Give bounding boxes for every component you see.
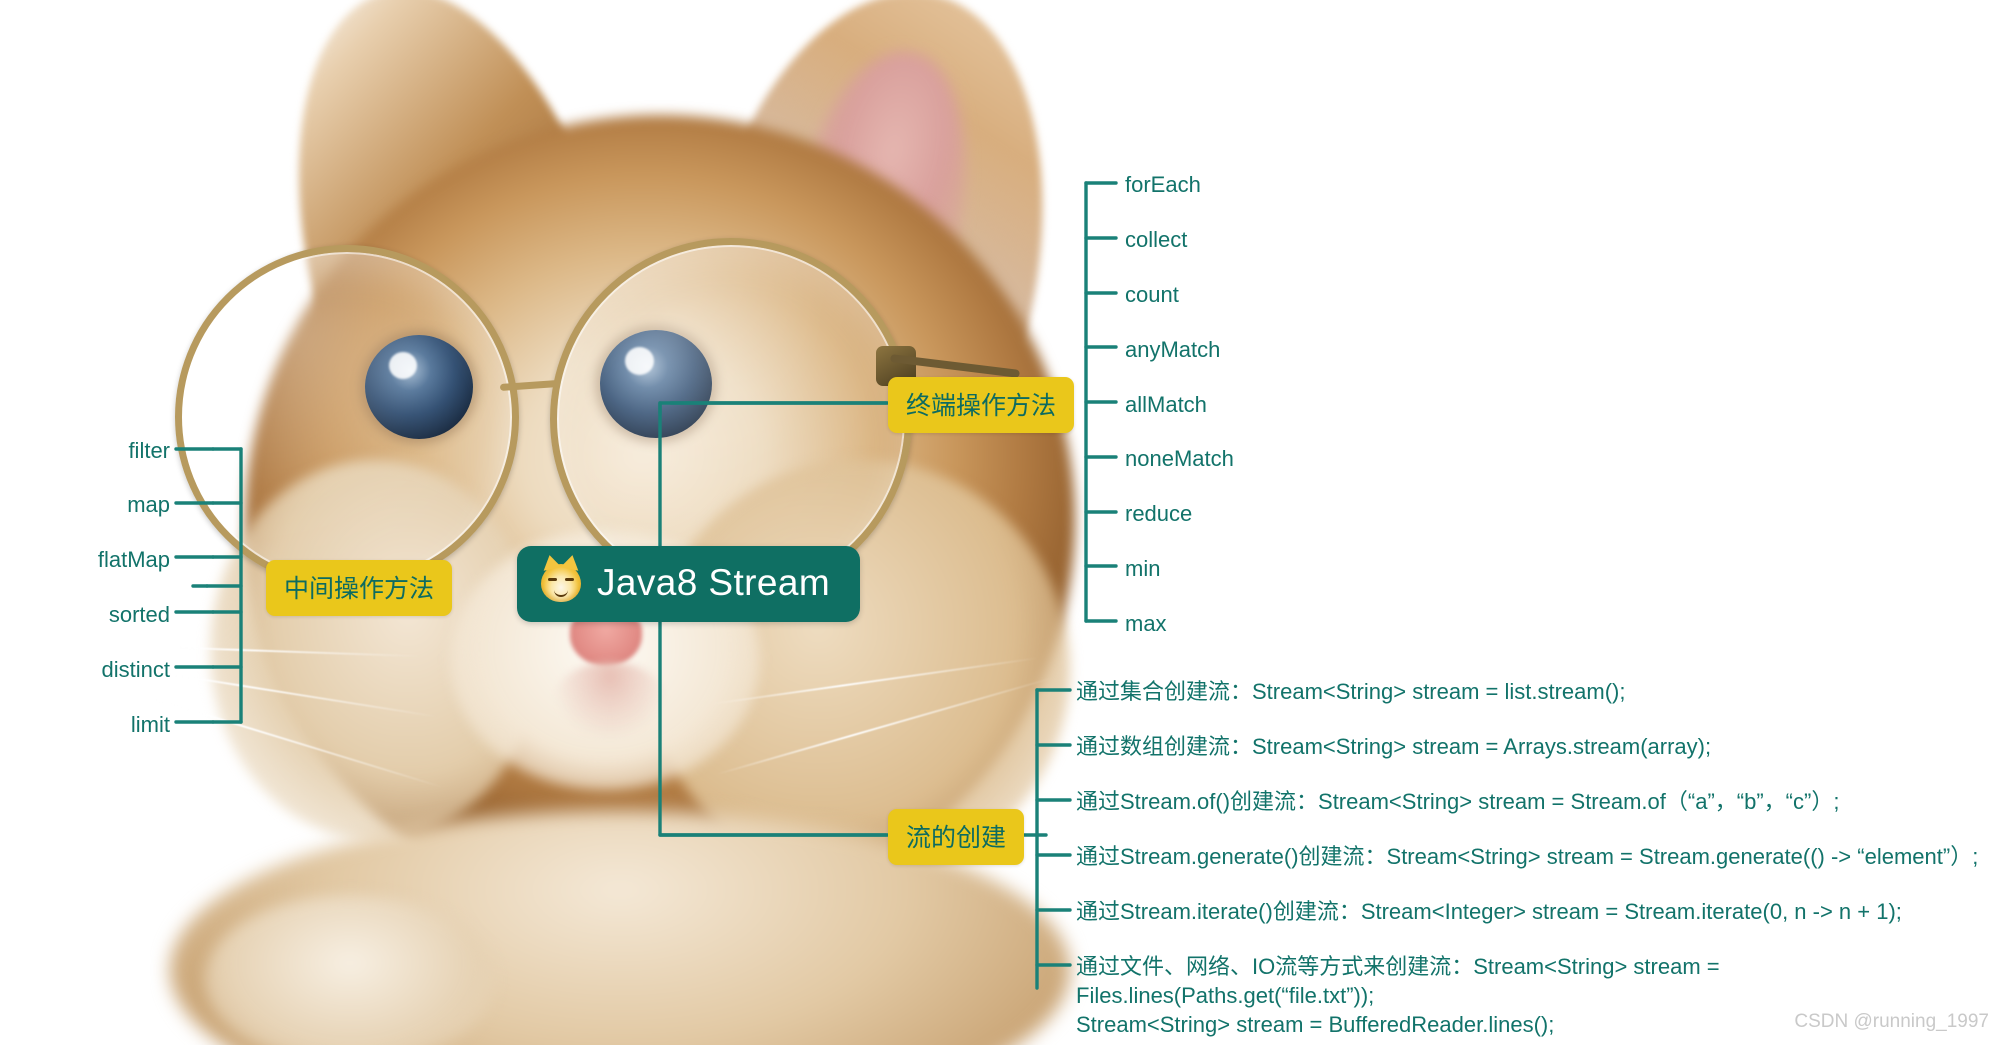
leaf-create-stream-of[interactable]: 通过Stream.of()创建流：Stream<String> stream =… xyxy=(1076,787,1839,816)
leaf-collect[interactable]: collect xyxy=(1125,225,1187,254)
leaf-limit[interactable]: limit xyxy=(0,710,170,739)
leaf-nonematch[interactable]: noneMatch xyxy=(1125,444,1234,473)
leaf-max[interactable]: max xyxy=(1125,609,1167,638)
leaf-create-stream-iterate[interactable]: 通过Stream.iterate()创建流：Stream<Integer> st… xyxy=(1076,897,1902,926)
leaf-filter[interactable]: filter xyxy=(0,436,170,465)
leaf-map[interactable]: map xyxy=(0,490,170,519)
branch-label-terminal[interactable]: 终端操作方法 xyxy=(888,377,1075,433)
leaf-min[interactable]: min xyxy=(1125,554,1160,583)
branch-label-creation[interactable]: 流的创建 xyxy=(888,809,1025,865)
leaf-create-from-collection[interactable]: 通过集合创建流：Stream<String> stream = list.str… xyxy=(1076,677,1626,706)
center-node[interactable]: Java8 Stream xyxy=(517,546,861,622)
mindmap-canvas: Java8 Stream 中间操作方法 终端操作方法 流的创建 filter m… xyxy=(0,0,2003,1045)
leaf-sorted[interactable]: sorted xyxy=(0,600,170,629)
leaf-count[interactable]: count xyxy=(1125,280,1179,309)
cat-face-icon xyxy=(540,553,582,602)
leaf-distinct[interactable]: distinct xyxy=(0,655,170,684)
center-node-title: Java8 Stream xyxy=(597,562,831,603)
leaf-allmatch[interactable]: allMatch xyxy=(1125,390,1207,419)
leaf-reduce[interactable]: reduce xyxy=(1125,499,1192,528)
leaf-flatmap[interactable]: flatMap xyxy=(0,545,170,574)
connector-lines xyxy=(174,181,1118,990)
leaf-create-from-array[interactable]: 通过数组创建流：Stream<String> stream = Arrays.s… xyxy=(1076,732,1711,761)
watermark: CSDN @running_1997 xyxy=(1794,1011,1989,1032)
leaf-foreach[interactable]: forEach xyxy=(1125,170,1201,199)
leaf-create-stream-generate[interactable]: 通过Stream.generate()创建流：Stream<String> st… xyxy=(1076,842,1978,871)
branch-label-intermediate[interactable]: 中间操作方法 xyxy=(266,560,453,616)
leaf-anymatch[interactable]: anyMatch xyxy=(1125,335,1220,364)
